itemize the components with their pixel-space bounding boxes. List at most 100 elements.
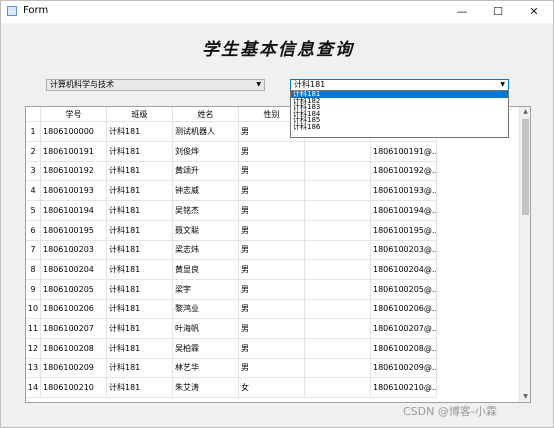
scroll-up-icon[interactable]: ▲ [520,107,530,117]
table-row[interactable]: 8 1806100204 计科181 黄显良男 1806100204@... [26,259,519,280]
table-cell[interactable]: 男 [239,338,305,359]
table-cell[interactable]: 聂文聪 [173,220,239,241]
row-number[interactable]: 12 [26,338,41,359]
dropdown-option[interactable]: 计科182 [291,97,508,105]
table-row[interactable]: 4 1806100193 计科181 钟志威男 1806100193@... [26,181,519,202]
table-cell[interactable] [305,358,371,379]
table-cell[interactable]: 计科181 [107,259,173,280]
table-cell[interactable] [305,240,371,261]
column-header[interactable]: 学号 [41,107,107,122]
table-cell[interactable]: 计科181 [107,299,173,320]
student-table[interactable]: 14 1806100210 计科181 朱艾涛女 1806100210@... 13 180… [25,106,531,403]
table-cell[interactable] [305,338,371,359]
class-dropdown-list[interactable]: 计科181 计科182 计科183 计科184 计科185 计科186 [290,90,509,138]
row-number[interactable]: 1 [26,122,41,142]
table-row[interactable]: 9 1806100205 计科181 梁宇男 1806100205@... [26,279,519,300]
table-cell[interactable]: 梁志炜 [173,240,239,261]
table-cell[interactable] [305,378,371,399]
table-cell[interactable]: 1806100195 [41,220,107,241]
column-header[interactable]: 姓名 [173,107,239,122]
table-cell[interactable]: 计科181 [107,200,173,221]
row-number[interactable]: 14 [26,378,41,399]
close-button[interactable]: ✕ [516,1,552,23]
table-cell[interactable]: 吴柏霖 [173,338,239,359]
table-cell[interactable]: 测试机器人 [173,122,239,142]
table-cell[interactable]: 1806100204 [41,259,107,280]
dropdown-option[interactable]: 计科183 [291,104,508,111]
maximize-button[interactable]: ☐ [480,1,516,23]
table-cell[interactable]: 男 [239,161,305,182]
table-cell[interactable]: 男 [239,279,305,300]
table-cell[interactable]: 1806100206@... [371,299,437,320]
table-cell[interactable]: 男 [239,200,305,221]
table-cell[interactable]: 1806100204@... [371,259,437,280]
table-cell[interactable]: 1806100208 [41,338,107,359]
table-cell[interactable] [305,299,371,320]
table-cell[interactable]: 1806100195@... [371,220,437,241]
row-number[interactable]: 6 [26,220,41,241]
row-number[interactable]: 2 [26,141,41,162]
dropdown-option[interactable]: 计科185 [291,117,508,124]
table-cell[interactable]: 吴铭杰 [173,200,239,221]
table-cell[interactable] [305,220,371,241]
table-cell[interactable]: 1806100192 [41,161,107,182]
table-cell[interactable]: 男 [239,299,305,320]
table-cell[interactable] [305,259,371,280]
table-cell[interactable]: 1806100207@... [371,319,437,339]
table-cell[interactable] [305,279,371,300]
table-cell[interactable]: 计科181 [107,319,173,339]
table-cell[interactable]: 1806100209 [41,358,107,379]
table-row[interactable]: 5 1806100194 计科181 吴铭杰男 1806100194@... [26,200,519,221]
table-cell[interactable]: 林艺华 [173,358,239,379]
table-row[interactable]: 6 1806100195 计科181 聂文聪男 1806100195@... [26,220,519,241]
title-bar[interactable]: Form — ☐ ✕ [1,1,553,23]
table-cell[interactable]: 叶海帆 [173,319,239,339]
minimize-button[interactable]: — [444,1,480,23]
table-cell[interactable] [305,200,371,221]
row-number[interactable]: 10 [26,299,41,320]
table-cell[interactable]: 黄显良 [173,259,239,280]
table-cell[interactable]: 1806100205@... [371,279,437,300]
table-cell[interactable]: 1806100203 [41,240,107,261]
table-cell[interactable]: 计科181 [107,181,173,202]
row-number[interactable]: 4 [26,181,41,202]
table-cell[interactable]: 计科181 [107,279,173,300]
table-cell[interactable]: 男 [239,319,305,339]
table-cell[interactable] [305,141,371,162]
table-row[interactable]: 12 1806100208 计科181 吴柏霖男 1806100208@... [26,338,519,359]
table-cell[interactable]: 计科181 [107,240,173,261]
table-cell[interactable]: 1806100210 [41,378,107,399]
table-cell[interactable]: 1806100194@... [371,200,437,221]
table-row[interactable]: 14 1806100210 计科181 朱艾涛女 1806100210@... [26,378,519,399]
table-cell[interactable]: 1806100191@... [371,141,437,162]
dropdown-option[interactable]: 计科181 [291,91,508,98]
column-header[interactable]: 班级 [107,107,173,122]
row-number[interactable]: 8 [26,259,41,280]
table-cell[interactable]: 1806100193 [41,181,107,202]
table-cell[interactable]: 1806100203@... [371,240,437,261]
table-cell[interactable] [305,181,371,202]
table-cell[interactable]: 男 [239,240,305,261]
table-cell[interactable]: 1806100207 [41,319,107,339]
vertical-scrollbar[interactable]: ▲ ▼ [519,107,530,402]
table-cell[interactable]: 计科181 [107,122,173,142]
table-row[interactable]: 2 1806100191 计科181 刘俊烨男 1806100191@... [26,141,519,162]
row-number[interactable]: 11 [26,319,41,339]
table-cell[interactable]: 1806100000 [41,122,107,142]
table-cell[interactable]: 1806100193@... [371,181,437,202]
table-cell[interactable]: 朱艾涛 [173,378,239,399]
table-cell[interactable]: 1806100210@... [371,378,437,399]
table-cell[interactable]: 1806100206 [41,299,107,320]
table-row[interactable]: 10 1806100206 计科181 黎鸿业男 1806100206@... [26,299,519,320]
table-cell[interactable] [305,319,371,339]
table-cell[interactable]: 男 [239,141,305,162]
row-number[interactable]: 7 [26,240,41,261]
table-cell[interactable]: 女 [239,378,305,399]
table-row[interactable]: 3 1806100192 计科181 黄颂升男 1806100192@... [26,161,519,182]
dropdown-option[interactable]: 计科186 [291,124,508,131]
table-cell[interactable]: 1806100194 [41,200,107,221]
table-cell[interactable]: 男 [239,358,305,379]
table-cell[interactable]: 黄颂升 [173,161,239,182]
dropdown-option[interactable]: 计科184 [291,110,508,118]
major-select[interactable]: 计算机科学与技术 ▼ [46,79,265,91]
